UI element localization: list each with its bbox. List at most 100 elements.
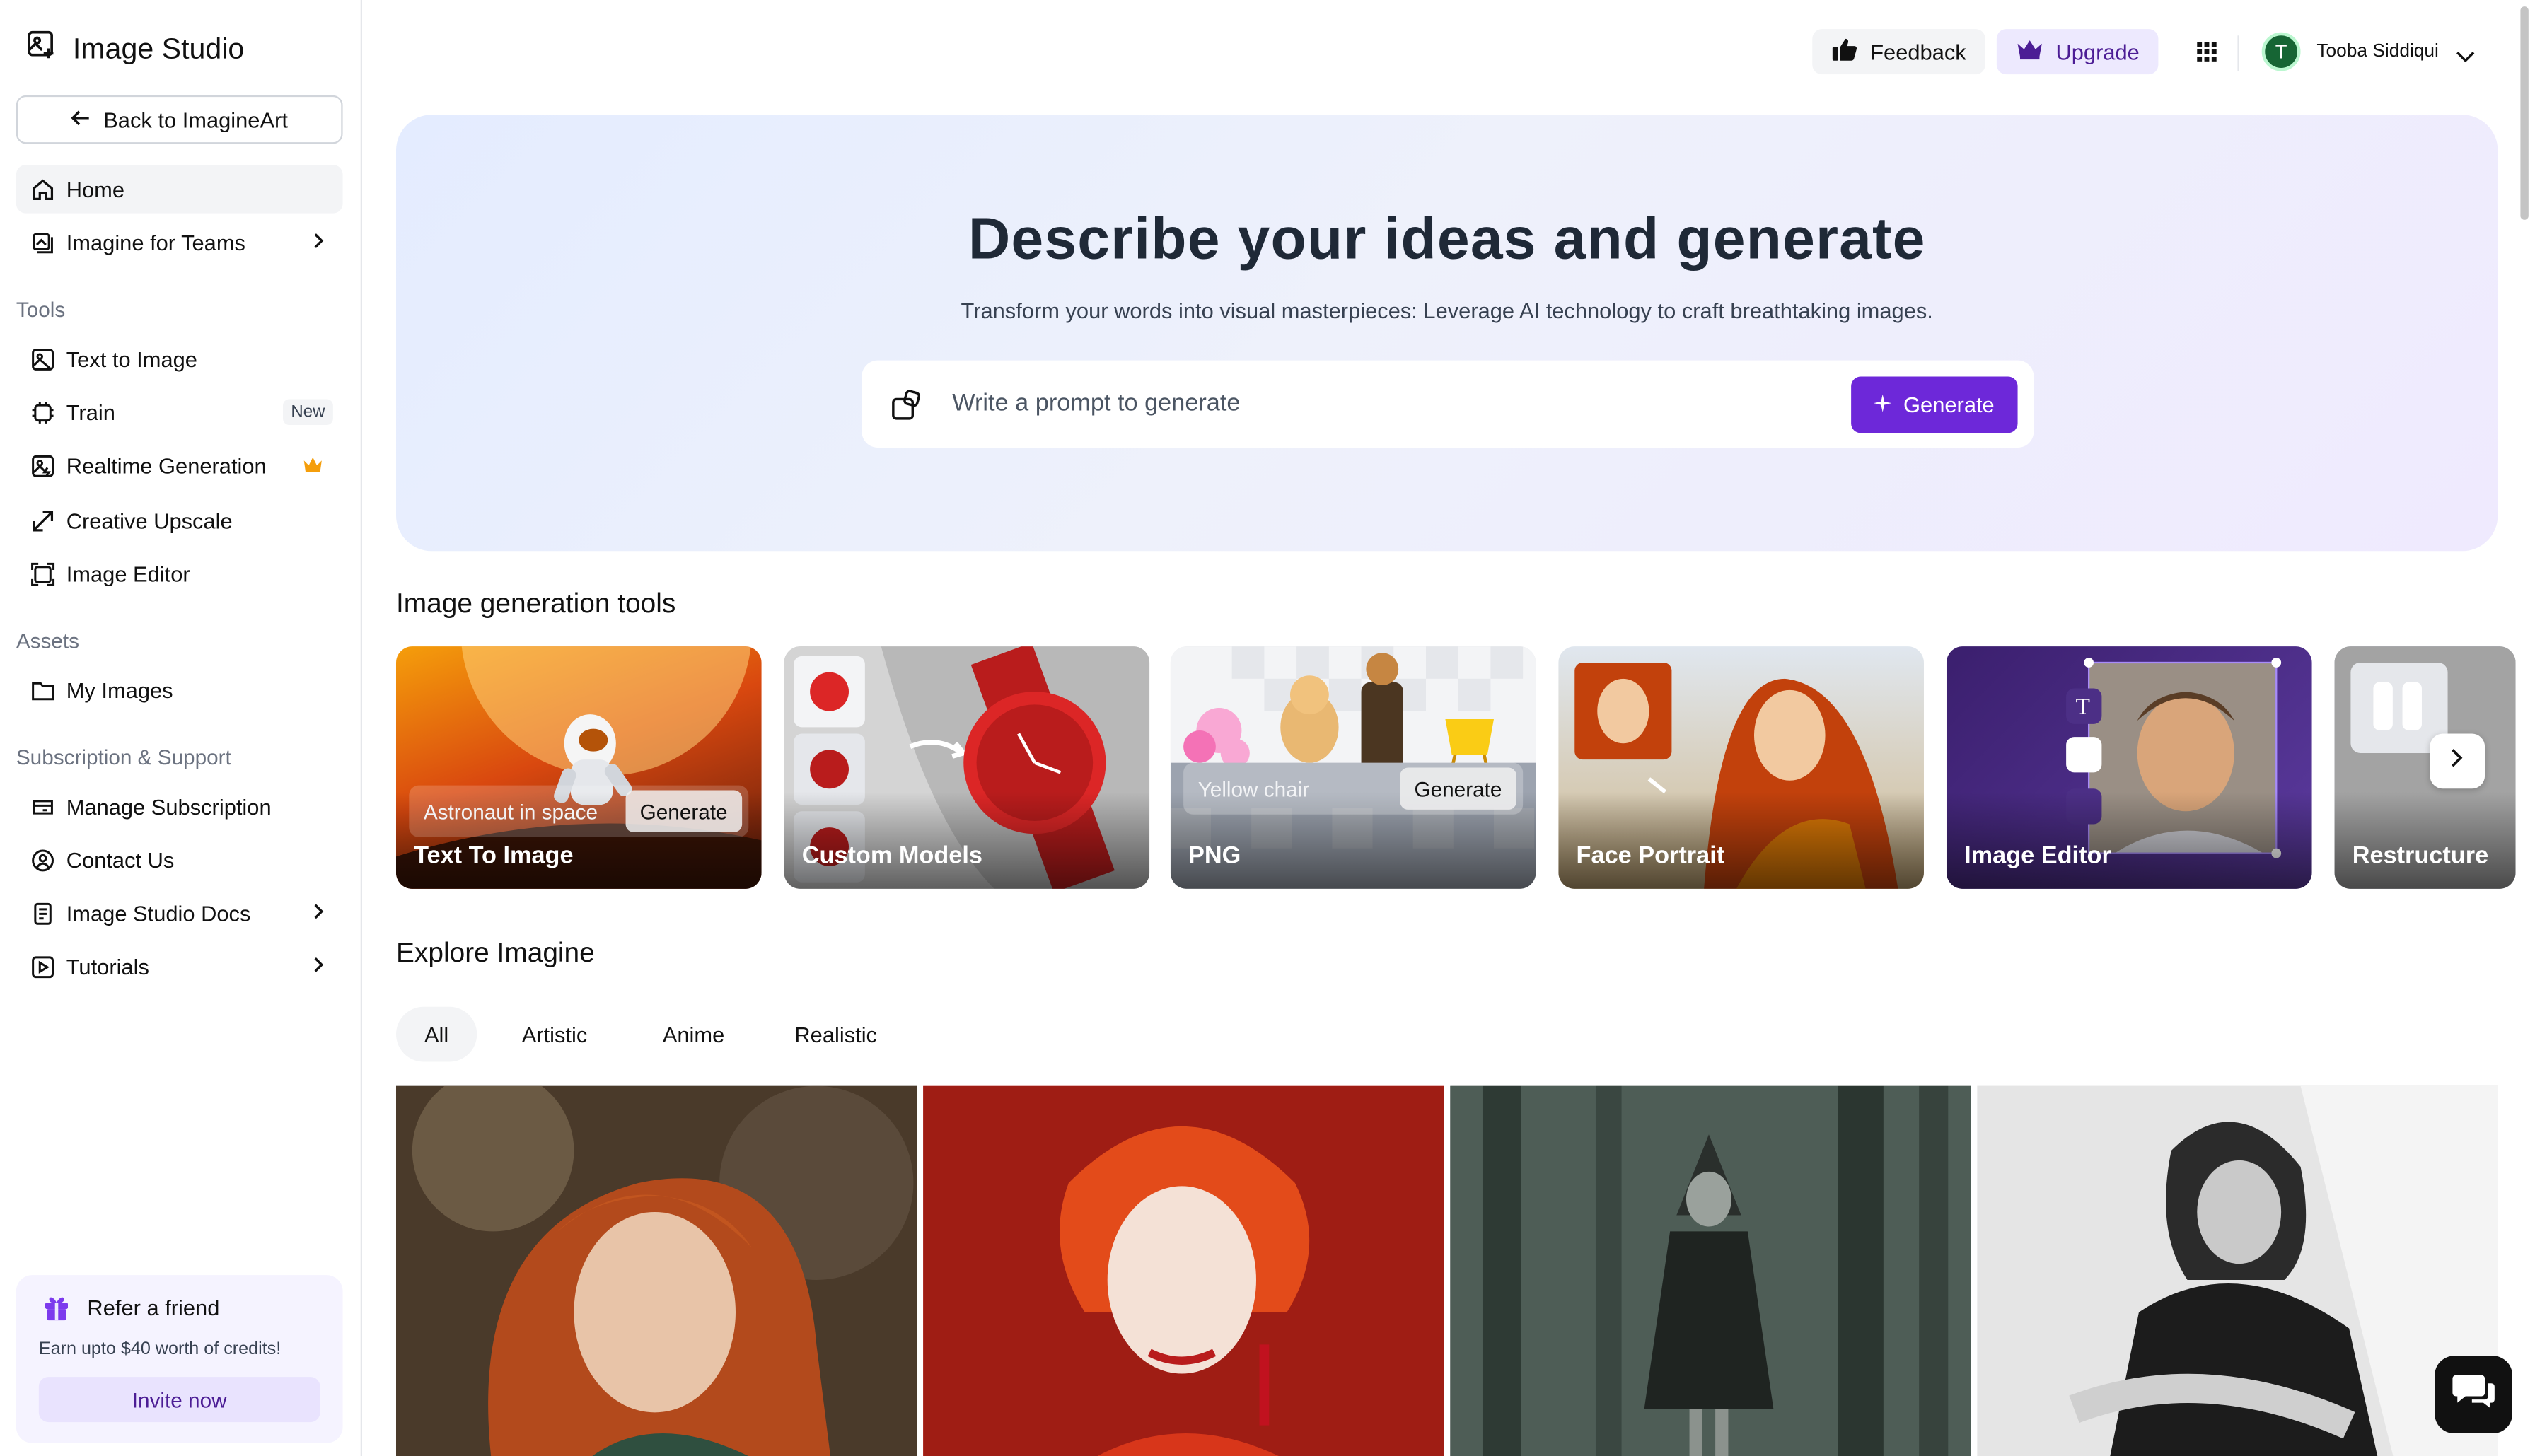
sidebar-item-label: Creative Upscale [66,508,233,533]
tool-card-custom-models[interactable]: Custom Models [784,646,1150,889]
realtime-icon [29,453,55,479]
gallery-image[interactable] [923,1085,1444,1456]
sidebar-item-my-images[interactable]: My Images [16,666,343,715]
card-shade [1946,791,2312,889]
tool-card-png[interactable]: Yellow chair Generate PNG [1170,646,1536,889]
tool-card-text-to-image[interactable]: Astronaut in space Generate Text To Imag… [395,646,762,889]
back-to-imagineart-button[interactable]: Back to ImagineArt [16,95,343,144]
feedback-button[interactable]: Feedback [1812,29,1985,75]
sidebar-item-train[interactable]: Train New [16,388,343,436]
card-label: PNG [1188,841,1241,870]
sidebar-item-label: Home [66,177,125,202]
app-brand[interactable]: Image Studio [26,29,245,69]
chevron-right-icon [311,231,327,255]
sidebar-item-label: Realtime Generation [66,453,267,478]
sidebar: Image Studio Back to ImagineArt Home Ima… [0,0,362,1456]
sidebar-item-manage-subscription[interactable]: Manage Subscription [16,782,343,831]
tool-card-face-portrait[interactable]: Face Portrait [1558,646,1924,889]
tab-anime[interactable]: Anime [646,1007,741,1062]
back-label: Back to ImagineArt [103,107,288,132]
arrow-left-icon [71,107,90,132]
card-generate-button[interactable]: Generate [1399,767,1516,810]
card-prompt-text: Astronaut in space [423,800,598,825]
red-woman-portrait [923,1085,1444,1456]
sidebar-item-label: Imagine for Teams [66,230,245,255]
upgrade-button[interactable]: Upgrade [1996,29,2159,75]
upgrade-label: Upgrade [2055,39,2140,64]
sidebar-item-tutorials[interactable]: Tutorials [16,942,343,991]
prompt-bar[interactable]: Write a prompt to generate Generate [862,360,2034,448]
avatar[interactable]: T [2261,32,2301,71]
gallery-image[interactable] [395,1085,917,1456]
forest-elf-image [1450,1085,1971,1456]
sidebar-item-label: Text to Image [66,346,197,371]
carousel-next-button[interactable] [2430,733,2485,789]
card-prompt: Astronaut in space Generate [409,785,749,837]
subscription-support-heading: Subscription & Support [16,745,231,769]
card-prompt: Yellow chair Generate [1183,762,1524,815]
play-icon [29,953,55,979]
sidebar-item-image-studio-docs[interactable]: Image Studio Docs [16,889,343,938]
red-haired-woman-painting [395,1085,917,1456]
sidebar-item-label: Contact Us [66,847,175,872]
card-shade [2334,791,2516,889]
generate-label: Generate [1903,392,1995,417]
monochrome-woman-image [1977,1085,2498,1456]
tab-artistic[interactable]: Artistic [504,1007,605,1062]
tool-card-restructure[interactable]: Restructure [2334,646,2516,889]
crown-icon [302,454,323,478]
sidebar-item-image-editor[interactable]: Image Editor [16,549,343,598]
image-editor-icon [29,561,55,587]
refer-a-friend-card: Refer a friend Earn upto $40 worth of cr… [16,1275,343,1443]
feedback-label: Feedback [1870,39,1966,64]
tools-heading: Tools [16,297,66,322]
chevron-right-icon [311,955,327,979]
gallery-image[interactable] [1450,1085,1971,1456]
card-shade [784,791,1150,889]
hero-title: Describe your ideas and generate [968,205,1926,272]
chat-icon [2451,1371,2496,1418]
sidebar-item-creative-upscale[interactable]: Creative Upscale [16,496,343,545]
tab-all[interactable]: All [395,1006,477,1062]
prompt-style-icon[interactable] [891,390,923,430]
chevron-right-icon [311,902,327,926]
card-generate-button[interactable]: Generate [625,790,743,832]
card-label: Text To Image [414,841,574,870]
svg-text:T: T [2076,695,2090,720]
subscription-icon [29,793,55,820]
home-icon [29,176,55,202]
sidebar-item-label: Train [66,400,115,424]
sidebar-item-realtime-generation[interactable]: Realtime Generation [16,441,343,490]
chevron-down-icon[interactable] [2456,44,2475,73]
crown-icon [2015,39,2043,65]
apps-grid-icon[interactable] [2195,40,2218,71]
tab-realistic[interactable]: Realistic [779,1007,893,1062]
thumbs-up-icon [1831,37,1857,66]
sidebar-item-label: Image Editor [66,561,190,586]
tool-card-image-editor[interactable]: T Image Editor [1946,646,2312,889]
sidebar-item-teams[interactable]: Imagine for Teams [16,219,343,267]
refer-subtitle: Earn upto $40 worth of credits! [38,1339,282,1359]
prompt-input[interactable]: Write a prompt to generate [952,390,1240,417]
card-prompt-text: Yellow chair [1197,777,1310,802]
image-generation-tools-heading: Image generation tools [395,588,676,619]
chat-support-button[interactable] [2435,1356,2512,1434]
sidebar-item-label: Image Studio Docs [66,901,251,926]
sidebar-item-contact-us[interactable]: Contact Us [16,836,343,885]
docs-icon [29,900,55,926]
teams-icon [29,230,55,256]
card-label: Image Editor [1964,841,2111,870]
chevron-right-icon [2449,746,2466,776]
upscale-icon [29,508,55,534]
page-scrollbar[interactable] [2520,6,2529,220]
sidebar-item-text-to-image[interactable]: Text to Image [16,334,343,383]
generate-button[interactable]: Generate [1851,376,2018,433]
card-label: Face Portrait [1576,841,1725,870]
assets-heading: Assets [16,628,80,653]
card-shade [1558,791,1924,889]
user-name[interactable]: Tooba Siddiqui [2316,42,2438,61]
gallery-image[interactable] [1977,1085,2498,1456]
invite-now-button[interactable]: Invite now [38,1377,320,1423]
sidebar-item-home[interactable]: Home [16,165,343,214]
card-label: Custom Models [801,841,982,870]
